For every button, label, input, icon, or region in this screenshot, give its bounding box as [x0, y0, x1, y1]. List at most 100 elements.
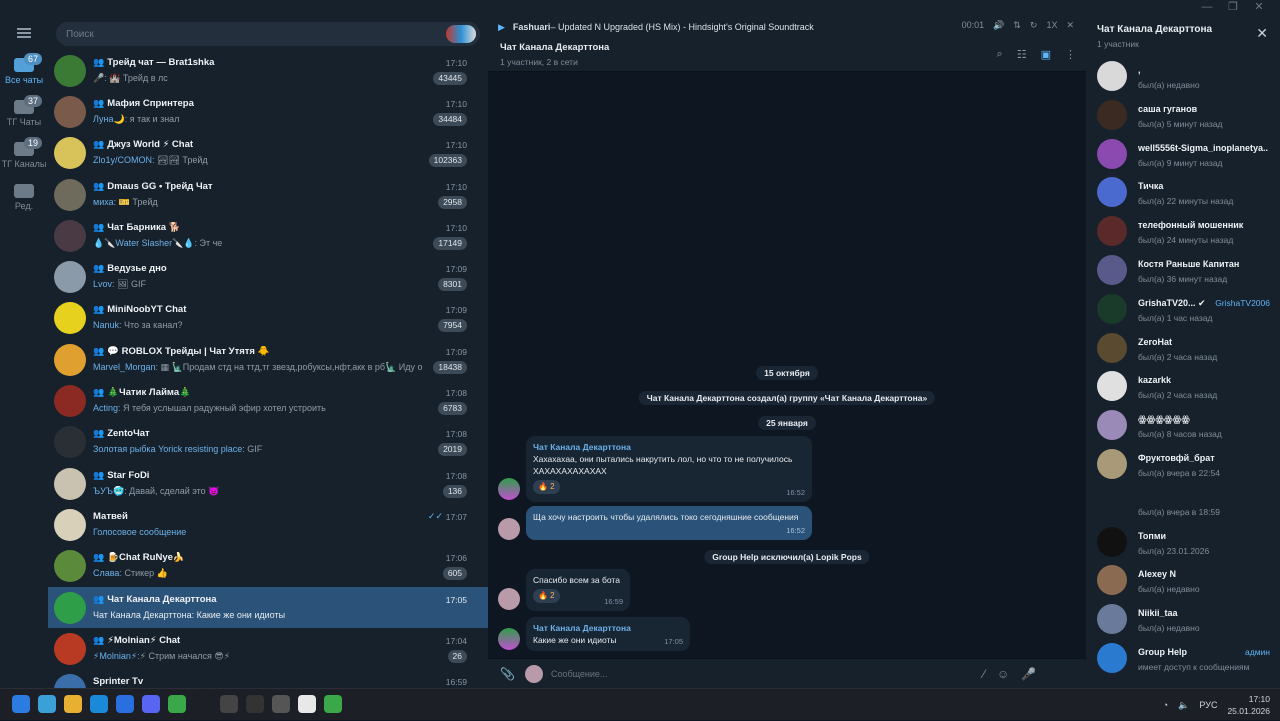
- taskbar-app-icon[interactable]: [220, 695, 238, 713]
- player-artist: Fashuari: [512, 22, 551, 32]
- chat-item[interactable]: Матвей ✓✓ 17:07 Голосовое сообщение: [48, 504, 488, 545]
- avatar[interactable]: [498, 588, 520, 610]
- more-icon[interactable]: ⋮: [1065, 48, 1076, 61]
- microphone-icon[interactable]: 🎤: [1021, 667, 1036, 681]
- member-item[interactable]: был(а) вчера в 18:59: [1086, 485, 1280, 524]
- folder-item[interactable]: Ред.: [0, 176, 48, 218]
- taskbar-app-icon[interactable]: [142, 695, 160, 713]
- taskbar-app-icon[interactable]: [324, 695, 342, 713]
- group-icon: 👥: [93, 304, 105, 315]
- unread-badge: 8301: [438, 278, 467, 292]
- taskbar-app-icon[interactable]: [272, 695, 290, 713]
- chat-item[interactable]: 👥 Чат Канала Декарттона 17:05 Чат Канала Де…: [48, 586, 488, 629]
- taskbar-app-icon[interactable]: [116, 695, 134, 713]
- chat-item[interactable]: 👥 Трейд чат — Brat1shka 17:10 🎤: 🏰 Трейд в …: [48, 50, 488, 91]
- folder-item[interactable]: ТГ Каналы 19: [0, 134, 48, 176]
- message-sender[interactable]: Чат Канала Декарттона: [533, 622, 683, 634]
- reaction-badge[interactable]: 🔥 2: [533, 589, 560, 603]
- chat-item[interactable]: 👥 Ведузье дно 17:09 Lvov: 🖼 GIF 8301: [48, 256, 488, 297]
- chat-item[interactable]: 👥 🎄Чатик Лайма🎄 17:08 Acting: Я тебя услыша…: [48, 380, 488, 421]
- taskbar-app-icon[interactable]: [246, 695, 264, 713]
- member-item[interactable]: well5556t-Sigma_inoplanetya... был(а) 9 м…: [1086, 136, 1280, 175]
- taskbar-app-icon[interactable]: [194, 695, 212, 713]
- member-item[interactable]: саша гуганов был(а) 5 минут назад: [1086, 97, 1280, 136]
- emoji-icon[interactable]: ☺: [997, 667, 1009, 681]
- commands-icon[interactable]: ⁄: [983, 667, 985, 681]
- taskbar-app-icon[interactable]: [90, 695, 108, 713]
- folder-item[interactable]: ТГ Чаты 37: [0, 92, 48, 134]
- search-icon[interactable]: ⌕: [997, 48, 1003, 61]
- member-item[interactable]: Топми был(а) 23.01.2026: [1086, 524, 1280, 563]
- minimize-button[interactable]: —: [1194, 0, 1220, 16]
- chat-item[interactable]: 👥 💬 ROBLOX Трейды | Чат Утятя 🐥 17:09 Marve…: [48, 339, 488, 380]
- sidebar-toggle-icon[interactable]: ▣: [1041, 48, 1051, 61]
- chat-item[interactable]: 👥 Star FoDi 17:08 ЪУЪ🥶: Давай, сделай это 👿…: [48, 463, 488, 504]
- close-icon[interactable]: ✕: [1256, 25, 1268, 42]
- wifi-icon[interactable]: ◔: [1163, 700, 1168, 710]
- close-window-button[interactable]: ✕: [1246, 0, 1272, 16]
- chat-item[interactable]: 👥 Джуз World ⚡ Chat 17:10 Zlo1y/COMON: 🏞🏞 Т…: [48, 133, 488, 174]
- preview-text: : Давай, сделай это 👿: [124, 485, 220, 496]
- member-item[interactable]: телефонный мошенник был(а) 24 минуты наза…: [1086, 213, 1280, 252]
- chat-item[interactable]: 👥 ⚡Molnian⚡ Chat 17:04 ⚡Molnian⚡:⚡ Стрим на…: [48, 628, 488, 669]
- order-icon[interactable]: ⇅: [1013, 20, 1021, 31]
- topics-icon[interactable]: ☷: [1017, 48, 1027, 61]
- member-item[interactable]: Фруктовфй_брат был(а) вчера в 22:54: [1086, 446, 1280, 485]
- group-icon: 👥: [93, 469, 105, 480]
- member-status: был(а) 1 час назад: [1138, 312, 1213, 323]
- member-item[interactable]: GrishaTV20... ✔ был(а) 1 час назад GrishaT…: [1086, 291, 1280, 330]
- message-sender[interactable]: Чат Канала Декарттона: [533, 441, 805, 453]
- member-name: Тичка: [1138, 181, 1164, 192]
- avatar[interactable]: [498, 628, 520, 650]
- member-item[interactable]: Group Help имеет доступ к сообщениям админ: [1086, 640, 1280, 679]
- avatar: [54, 178, 86, 211]
- send-as-avatar[interactable]: [524, 664, 543, 683]
- message-bubble[interactable]: Ща хочу настроить чтобы удалялись токо с…: [526, 506, 812, 540]
- avatar: [54, 632, 86, 665]
- start-icon[interactable]: [12, 695, 30, 713]
- message-bubble[interactable]: Чат Канала Декарттона Какие же они идиот…: [526, 617, 690, 651]
- taskbar-app-icon[interactable]: [38, 695, 56, 713]
- taskbar-app-icon[interactable]: [298, 695, 316, 713]
- language-indicator[interactable]: РУС: [1199, 700, 1217, 710]
- member-item[interactable]: kazarkk был(а) 2 часа назад: [1086, 368, 1280, 407]
- chat-item[interactable]: 👥 MiniNoobYT Chat 17:09 Nanuk: Что за канал…: [48, 298, 488, 339]
- maximize-button[interactable]: ❐: [1220, 0, 1246, 16]
- volume-tray-icon[interactable]: 🔈: [1178, 700, 1189, 711]
- member-item[interactable]: ZeroHat был(а) 2 часа назад: [1086, 330, 1280, 369]
- chat-item[interactable]: 👥 Мафия Спринтера 17:10 Луна🌙: я так и знал…: [48, 91, 488, 132]
- avatar[interactable]: [498, 518, 520, 540]
- chat-item[interactable]: 👥 ZentoЧат 17:08 Золотая рыбка Yorick resis…: [48, 422, 488, 463]
- message-input[interactable]: [550, 668, 971, 679]
- chat-item[interactable]: 👥 Dmaus GG • Трейд Чат 17:10 миха: 🎫 Трейд 2…: [48, 174, 488, 215]
- speed-button[interactable]: 1X: [1046, 20, 1057, 31]
- member-item[interactable]: Тичка был(а) 22 минуты назад: [1086, 174, 1280, 213]
- chat-item[interactable]: Sprinter Tv 16:59: [48, 669, 488, 688]
- close-player-icon[interactable]: ✕: [1066, 20, 1074, 31]
- member-item[interactable]: Костя Раньше Капитан был(а) 36 минут наза…: [1086, 252, 1280, 291]
- chat-name: Мафия Спринтера: [107, 97, 194, 109]
- avatar: [54, 302, 86, 335]
- taskbar-app-icon[interactable]: [168, 695, 186, 713]
- member-item[interactable]: Niikii_taa был(а) недавно: [1086, 601, 1280, 640]
- search-input[interactable]: [56, 22, 436, 46]
- member-item[interactable]: ꙮꙮꙮꙮꙮꙮ был(а) 8 часов назад: [1086, 407, 1280, 446]
- taskbar-app-icon[interactable]: [64, 695, 82, 713]
- message-bubble[interactable]: Спасибо всем за бота 🔥 2 16:59: [526, 569, 630, 611]
- play-icon[interactable]: ▶: [498, 22, 505, 33]
- avatar[interactable]: [498, 478, 520, 500]
- chat-header[interactable]: Чат Канала Декарттона 1 участник, 2 в се…: [488, 38, 1086, 72]
- folder-item[interactable]: Все чаты 67: [0, 50, 48, 92]
- repeat-icon[interactable]: ↻: [1030, 20, 1038, 31]
- volume-icon[interactable]: 🔊: [993, 20, 1004, 31]
- attach-icon[interactable]: 📎: [500, 667, 515, 681]
- main-menu-button[interactable]: [0, 16, 48, 50]
- member-item[interactable]: Alexey N был(а) недавно: [1086, 562, 1280, 601]
- chat-item[interactable]: 👥 Чат Барника 🐕 17:10 💧🔪Water Slasher🔪💧: Эт…: [48, 215, 488, 256]
- reaction-badge[interactable]: 🔥 2: [533, 480, 560, 494]
- chat-item[interactable]: 👥 🍺Chat RuNye🍌 17:06 Слава: Стикер 👍 605: [48, 546, 488, 587]
- member-item[interactable]: , был(а) недавно: [1086, 58, 1280, 97]
- stories-avatars[interactable]: [446, 25, 476, 43]
- clock[interactable]: 17:10 25.01.2026: [1227, 693, 1270, 717]
- message-bubble[interactable]: Чат Канала Декарттона Хахахахаа, они пыт…: [526, 436, 812, 502]
